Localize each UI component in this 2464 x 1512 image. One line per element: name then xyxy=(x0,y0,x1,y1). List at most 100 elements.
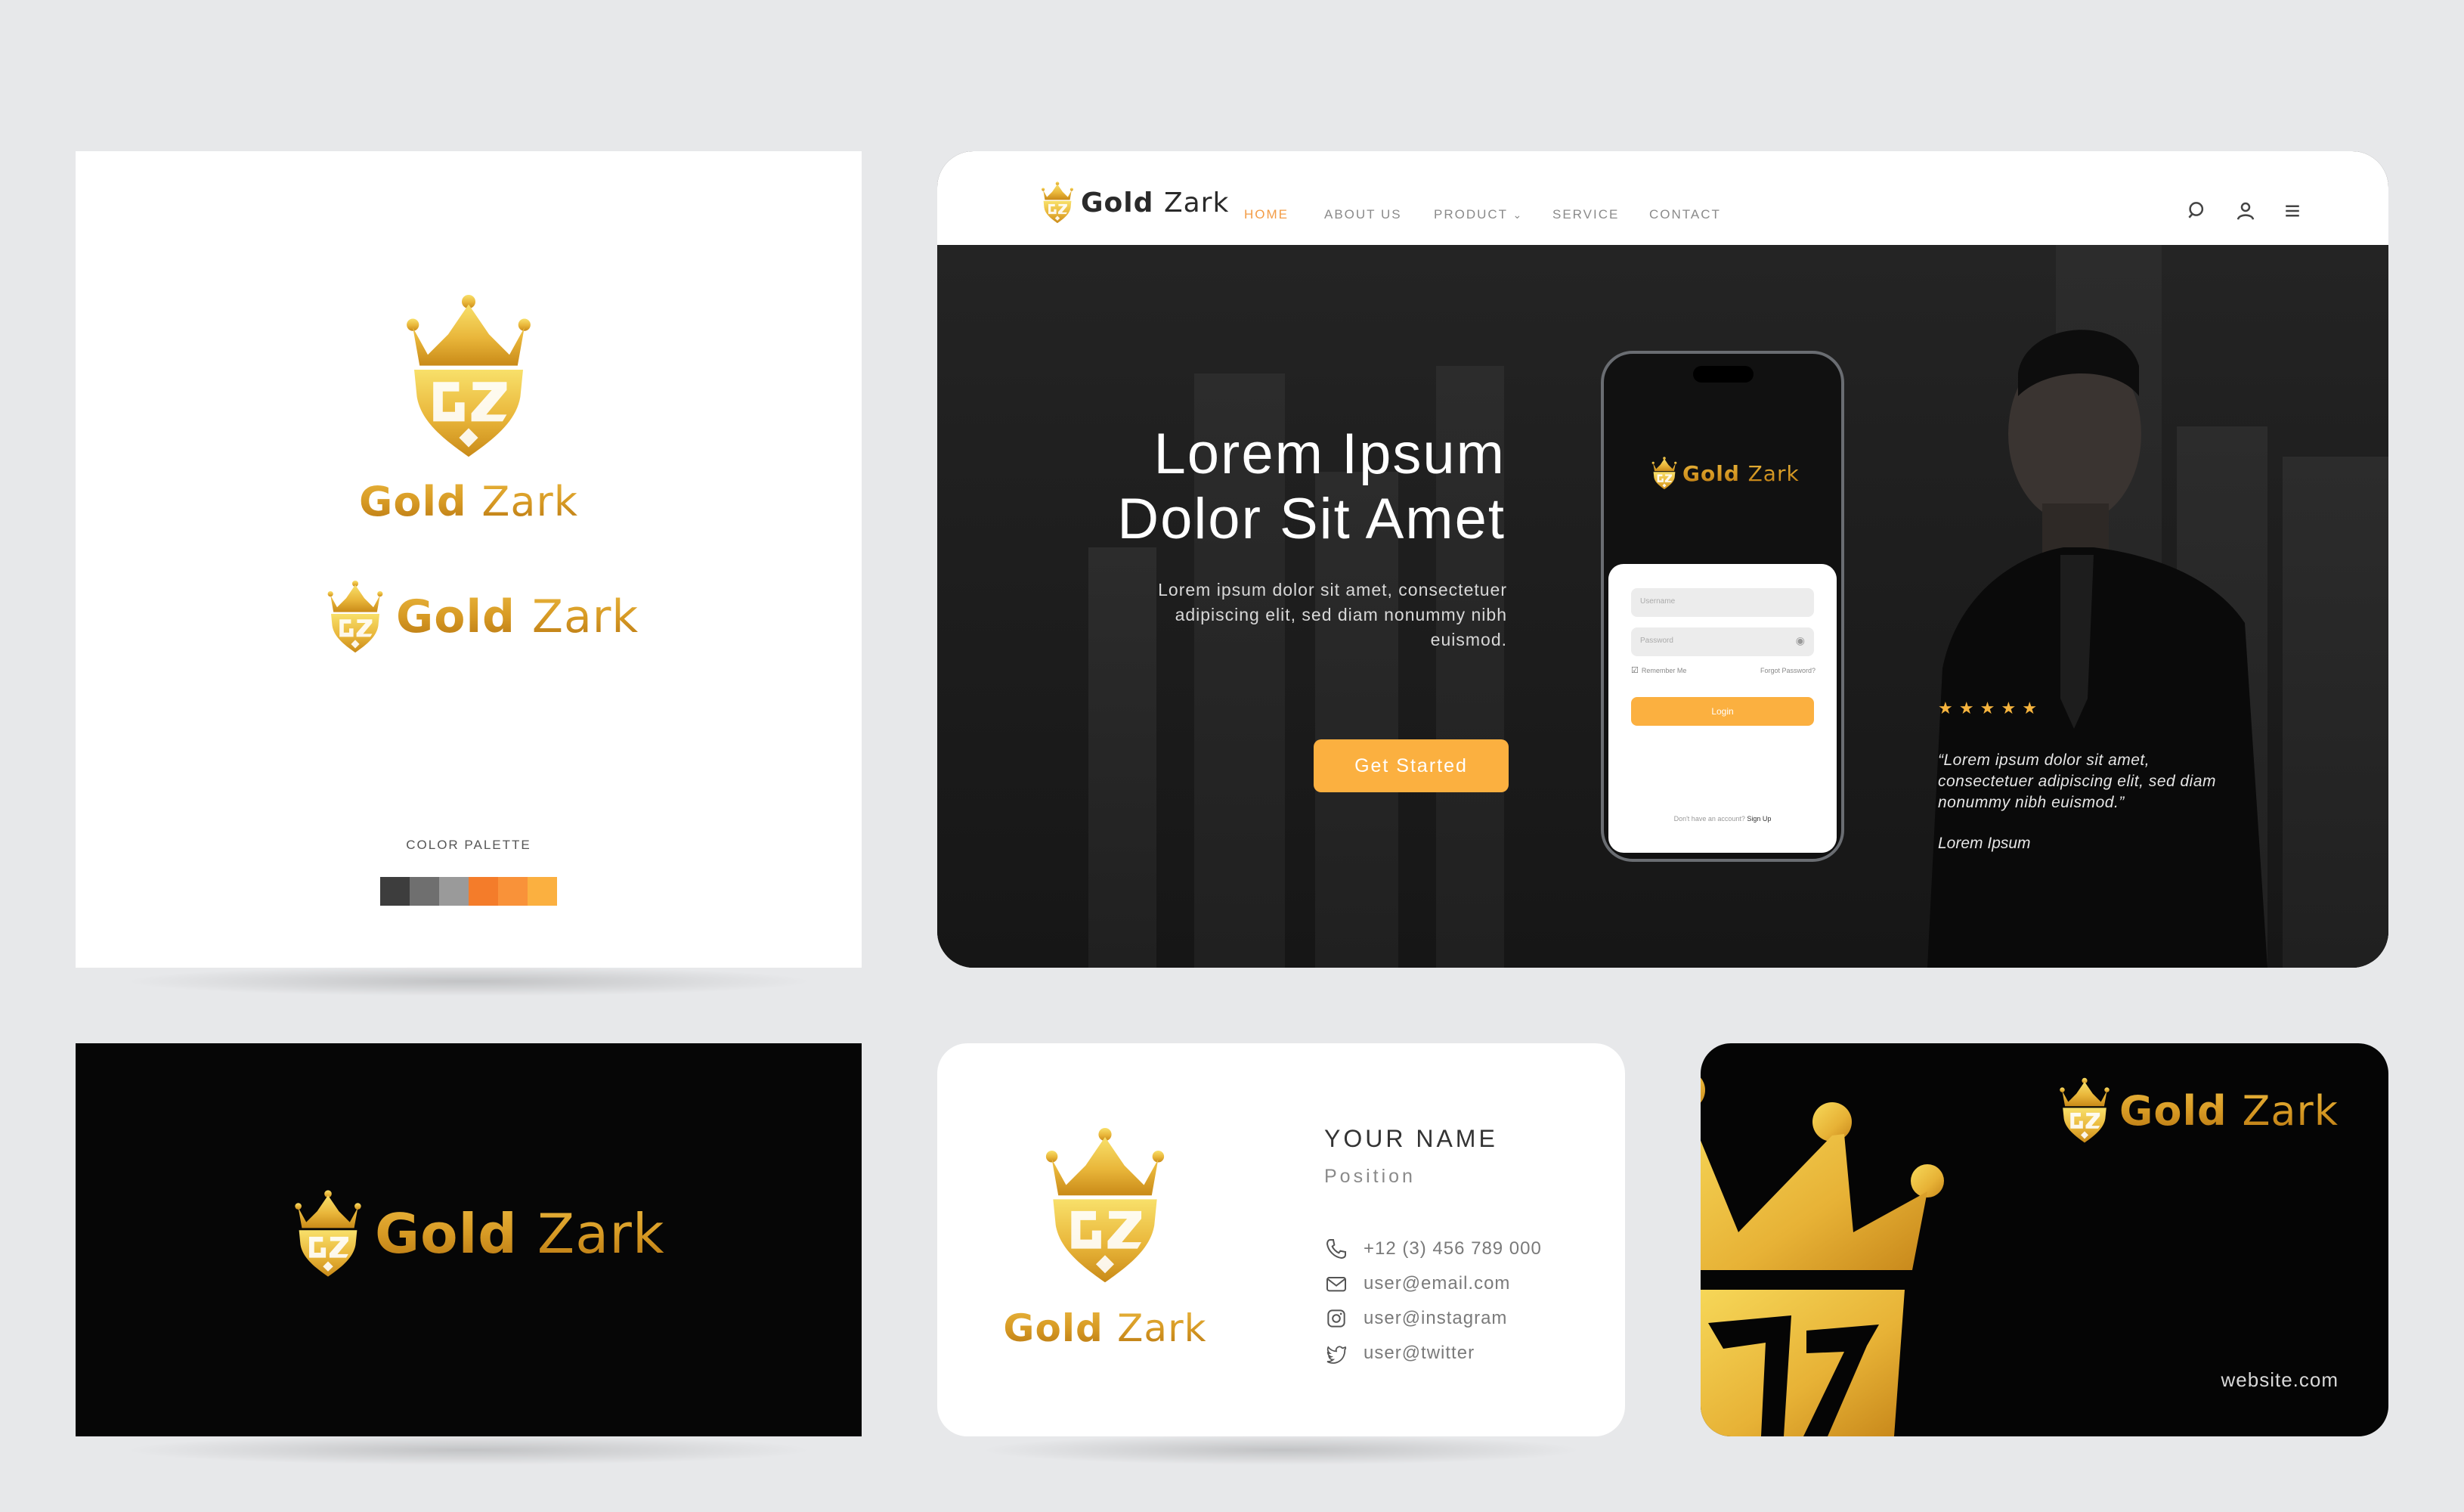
brand-name-secondary: Zark xyxy=(531,590,639,643)
contact-list: +12 (3) 456 789 000 user@email.com user@… xyxy=(1324,1043,1611,1436)
hero-subtitle-line: adipiscing elit, sed diam nonummy nibh xyxy=(1175,605,1507,624)
testimonial-author: Lorem Ipsum xyxy=(1938,835,2031,852)
nav-item-product[interactable]: PRODUCT ⌄ xyxy=(1434,207,1523,222)
businessman-silhouette xyxy=(1927,330,2267,968)
brand-name-primary: Gold xyxy=(1003,1306,1104,1350)
contact-phone: +12 (3) 456 789 000 xyxy=(1324,1237,1542,1261)
username-field[interactable]: Username xyxy=(1631,588,1814,617)
signup-link[interactable]: Sign Up xyxy=(1747,815,1771,823)
testimonial-quote-line: consectetuer adipiscing elit, sed diam xyxy=(1938,773,2217,790)
gold-zark-emblem-icon xyxy=(401,295,537,458)
brand-name-secondary: Zark xyxy=(2242,1086,2339,1135)
color-swatch xyxy=(410,877,439,906)
username-placeholder: Username xyxy=(1640,597,1676,606)
phone-login-form: Username Password ◉ ☑ Remember Me Forgot… xyxy=(1608,564,1837,853)
get-started-label: Get Started xyxy=(1354,754,1468,776)
brand-name-secondary: Zark xyxy=(537,1202,665,1266)
hero-title: Lorem Ipsum Dolor Sit Amet xyxy=(1117,422,1506,552)
logo-horizontal: Gold Zark xyxy=(2057,1077,2339,1145)
nav-item-about-us[interactable]: ABOUT US xyxy=(1324,207,1402,222)
dark-brand-card: Gold Zark xyxy=(76,1043,862,1465)
instagram-icon xyxy=(1327,1309,1345,1328)
gold-zark-emblem-icon xyxy=(1040,181,1075,224)
phone-icon xyxy=(1326,1239,1346,1259)
email-icon xyxy=(1326,1277,1346,1292)
site-logo[interactable]: Gold Zark xyxy=(1040,181,1229,224)
nav-item-service[interactable]: SERVICE xyxy=(1552,207,1619,222)
login-label: Login xyxy=(1711,706,1734,717)
user-icon[interactable] xyxy=(2234,200,2257,222)
gold-zark-emblem-icon xyxy=(1651,457,1678,490)
website-mockup: Gold Zark HOME ABOUT US PRODUCT ⌄ SERVIC… xyxy=(937,151,2388,968)
testimonial-quote: “Lorem ipsum dolor sit amet, consectetue… xyxy=(1938,750,2216,813)
hero-section: Lorem Ipsum Dolor Sit Amet Lorem ipsum d… xyxy=(937,245,2388,968)
gold-zark-emblem-icon xyxy=(2057,1077,2112,1145)
eye-icon[interactable]: ◉ xyxy=(1796,634,1805,647)
hero-subtitle-line: euismod. xyxy=(1430,630,1507,649)
get-started-button[interactable]: Get Started xyxy=(1314,739,1509,792)
contact-instagram-text: user@instagram xyxy=(1364,1308,1508,1328)
hero-title-line: Dolor Sit Amet xyxy=(1117,487,1506,551)
brand-name-primary: Gold xyxy=(1081,187,1154,218)
brand-name-primary: Gold xyxy=(396,590,515,643)
brand-name-secondary: Zark xyxy=(1747,460,1800,486)
testimonial-stars: ★ ★ ★ ★ ★ xyxy=(1938,699,2038,717)
business-card-front: Gold Zark YOUR NAME Position +12 (3) 456… xyxy=(937,1043,1625,1465)
brand-name-primary: Gold xyxy=(2119,1086,2227,1135)
signup-prompt: Don't have an account? Sign Up xyxy=(1608,815,1837,823)
color-swatch xyxy=(469,877,498,906)
website-url[interactable]: website.com xyxy=(2221,1368,2339,1392)
brand-name-secondary: Zark xyxy=(481,478,578,525)
phone-mockup: Gold Zark Username Password ◉ ☑ Remember… xyxy=(1601,351,1844,862)
forgot-password-link[interactable]: Forgot Password? xyxy=(1760,667,1815,674)
remember-me-checkbox[interactable]: ☑ Remember Me xyxy=(1631,665,1686,675)
brand-name-secondary: Zark xyxy=(1117,1306,1207,1350)
contact-twitter-text: user@twitter xyxy=(1364,1343,1475,1363)
color-swatch xyxy=(528,877,557,906)
logo-stacked-wordmark: Gold Zark xyxy=(76,478,862,525)
color-swatch xyxy=(380,877,410,906)
gold-zark-emblem-icon xyxy=(292,1188,364,1279)
nav-item-home[interactable]: HOME xyxy=(1244,207,1289,222)
logo-horizontal: Gold Zark xyxy=(292,1188,665,1279)
contact-email: user@email.com xyxy=(1324,1272,1510,1296)
chevron-down-icon: ⌄ xyxy=(1512,209,1524,221)
hero-subtitle: Lorem ipsum dolor sit amet, consectetuer… xyxy=(1158,578,1507,652)
site-navbar: Gold Zark HOME ABOUT US PRODUCT ⌄ SERVIC… xyxy=(937,151,2388,245)
color-swatch xyxy=(498,877,528,906)
gold-zark-emblem-icon xyxy=(325,579,385,655)
logo-stacked-wordmark: Gold Zark xyxy=(1002,1306,1208,1350)
twitter-icon xyxy=(1326,1346,1347,1364)
color-palette-swatches xyxy=(380,877,557,906)
background-building xyxy=(1088,547,1156,968)
contact-instagram: user@instagram xyxy=(1324,1306,1507,1331)
brand-name-primary: Gold xyxy=(1682,460,1740,486)
contact-twitter: user@twitter xyxy=(1324,1341,1475,1365)
color-palette-label: COLOR PALETTE xyxy=(406,838,531,852)
nav-item-contact[interactable]: CONTACT xyxy=(1649,207,1721,222)
hero-title-line: Lorem Ipsum xyxy=(1153,422,1506,486)
logo-horizontal: Gold Zark xyxy=(325,579,639,655)
testimonial-quote-line: nonummy nibh euismod.” xyxy=(1938,794,2125,811)
testimonial-quote-line: “Lorem ipsum dolor sit amet, xyxy=(1938,751,2150,769)
hero-subtitle-line: Lorem ipsum dolor sit amet, consectetuer xyxy=(1158,580,1507,600)
nav-item-product-label: PRODUCT xyxy=(1434,207,1508,222)
brand-name-secondary: Zark xyxy=(1163,187,1230,218)
signup-prompt-text: Don't have an account? xyxy=(1673,815,1745,823)
password-field[interactable]: Password ◉ xyxy=(1631,627,1814,656)
menu-icon[interactable] xyxy=(2281,200,2304,222)
search-icon[interactable] xyxy=(2186,200,2209,222)
gold-zark-emblem-icon xyxy=(1040,1128,1170,1284)
login-button[interactable]: Login xyxy=(1631,697,1814,726)
contact-phone-text: +12 (3) 456 789 000 xyxy=(1364,1238,1542,1259)
business-card-back: Gold Zark website.com xyxy=(1701,1043,2388,1436)
brand-name-primary: Gold xyxy=(375,1202,518,1266)
password-placeholder: Password xyxy=(1640,637,1673,645)
logo-sheet-panel: Gold Zark Gold Zark COLOR PALETTE xyxy=(76,151,862,996)
contact-email-text: user@email.com xyxy=(1364,1273,1511,1294)
color-swatch xyxy=(439,877,469,906)
phone-notch xyxy=(1693,366,1754,383)
remember-me-label: Remember Me xyxy=(1641,666,1687,674)
checkbox-icon: ☑ xyxy=(1631,666,1639,675)
phone-app-logo: Gold Zark xyxy=(1651,457,1800,490)
